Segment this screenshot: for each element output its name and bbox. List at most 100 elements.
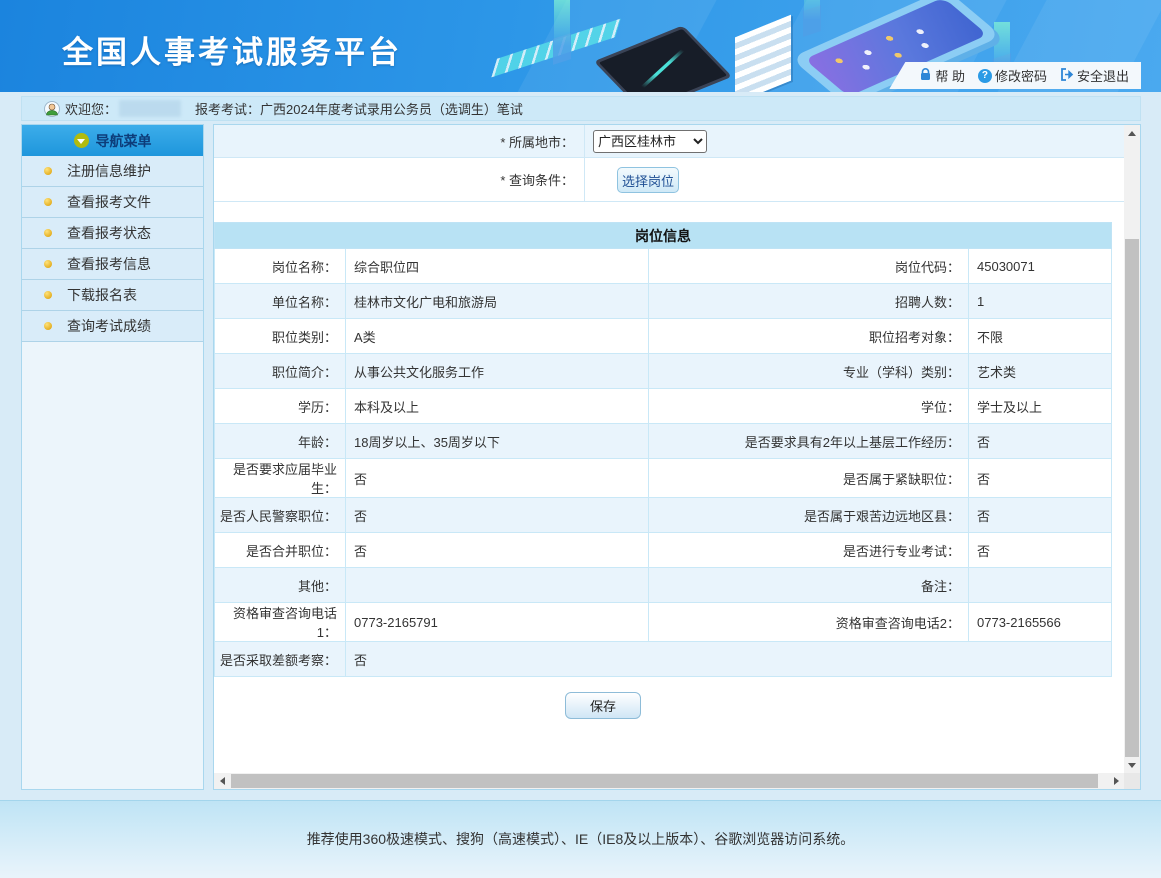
table-row: 职位简介： 从事公共文化服务工作 专业（学科）类别： 艺术类 (215, 354, 1112, 389)
row-label-1: 是否要求应届毕业生： (215, 459, 346, 498)
app-header: 全国人事考试服务平台 帮 助 ? 修改密码 安全退出 (0, 0, 1161, 92)
row-value-2: 不限 (969, 319, 1112, 354)
bullet-icon (44, 260, 52, 268)
nav-menu-header[interactable]: 导航菜单 (22, 125, 203, 156)
row-value-2: 否 (969, 498, 1112, 533)
sidebar-item-label: 注册信息维护 (67, 161, 151, 181)
stairs-illustration-icon (735, 15, 791, 92)
bullet-icon (44, 322, 52, 330)
row-value-2: 否 (969, 424, 1112, 459)
glow-beam-icon (554, 0, 570, 46)
city-select[interactable]: 广西区桂林市 (593, 130, 707, 153)
row-label-2: 专业（学科）类别： (649, 354, 969, 389)
query-form-row: * 查询条件： 选择岗位 (214, 158, 1124, 202)
scroll-left-arrow[interactable] (214, 773, 230, 789)
table-row: 学历： 本科及以上 学位： 学士及以上 (215, 389, 1112, 424)
sidebar-item-label: 查看报考状态 (67, 223, 151, 243)
sidebar-item-5[interactable]: 查询考试成绩 (22, 311, 203, 342)
job-table-title: 岗位信息 (215, 223, 1112, 249)
row-value-2: 1 (969, 284, 1112, 319)
row-label-1: 岗位名称： (215, 249, 346, 284)
glow-beam-icon (804, 0, 820, 20)
row-value-1: 否 (346, 533, 649, 568)
sidebar-item-0[interactable]: 注册信息维护 (22, 156, 203, 187)
page-title: 全国人事考试服务平台 (62, 27, 402, 72)
sidebar-item-label: 查询考试成绩 (67, 316, 151, 336)
row-label-1: 是否合并职位： (215, 533, 346, 568)
table-row: 岗位名称： 综合职位四 岗位代码： 45030071 (215, 249, 1112, 284)
browser-recommendation-text: 推荐使用360极速模式、搜狗（高速模式）、IE（IE8及以上版本）、谷歌浏览器访… (307, 829, 855, 878)
row-value-1: 从事公共文化服务工作 (346, 354, 649, 389)
sidebar-item-3[interactable]: 查看报考信息 (22, 249, 203, 280)
table-row: 是否合并职位： 否 是否进行专业考试： 否 (215, 533, 1112, 568)
row-value-1: 否 (346, 498, 649, 533)
select-position-button[interactable]: 选择岗位 (617, 167, 679, 193)
row-label-2: 岗位代码： (649, 249, 969, 284)
welcome-bar: 欢迎您： 报考考试：广西2024年度考试录用公务员（选调生）笔试 (21, 96, 1141, 121)
row-value-1 (346, 568, 649, 603)
bullet-icon (44, 167, 52, 175)
sidebar-item-4[interactable]: 下载报名表 (22, 280, 203, 311)
row-value-2: 0773-2165566 (969, 603, 1112, 642)
row-label-2: 是否属于艰苦边远地区县： (649, 498, 969, 533)
bullet-icon (44, 291, 52, 299)
job-info-table: 岗位信息 岗位名称： 综合职位四 岗位代码： 45030071 单位名称： 桂林… (214, 222, 1112, 677)
vertical-scrollbar[interactable] (1124, 125, 1140, 773)
help-button[interactable]: 帮 助 (919, 66, 965, 85)
horizontal-scrollbar-thumb[interactable] (231, 774, 1098, 788)
scroll-up-arrow[interactable] (1124, 125, 1140, 141)
table-row: 是否人民警察职位： 否 是否属于艰苦边远地区县： 否 (215, 498, 1112, 533)
row-value-1: 18周岁以上、35周岁以下 (346, 424, 649, 459)
row-label-1: 是否采取差额考察： (215, 642, 346, 677)
logout-label: 安全退出 (1077, 66, 1129, 85)
row-value-1: 本科及以上 (346, 389, 649, 424)
table-row: 是否要求应届毕业生： 否 是否属于紧缺职位： 否 (215, 459, 1112, 498)
question-icon: ? (978, 69, 992, 83)
change-password-button[interactable]: ? 修改密码 (978, 66, 1047, 85)
row-label-1: 学历： (215, 389, 346, 424)
row-value-2: 否 (969, 533, 1112, 568)
row-label-2: 备注： (649, 568, 969, 603)
nav-menu-title: 导航菜单 (96, 131, 152, 151)
row-label-2: 是否属于紧缺职位： (649, 459, 969, 498)
row-value-2: 否 (969, 459, 1112, 498)
help-label: 帮 助 (935, 66, 965, 85)
sidebar-nav: 导航菜单 注册信息维护 查看报考文件 查看报考状态 查看报考信息 下载报名表 查… (21, 124, 204, 790)
vertical-scrollbar-thumb[interactable] (1125, 239, 1139, 757)
row-value-2: 45030071 (969, 249, 1112, 284)
row-label-1: 资格审查咨询电话1： (215, 603, 346, 642)
scrollbar-corner (1124, 773, 1140, 789)
sidebar-item-label: 查看报考文件 (67, 192, 151, 212)
row-value-1: 否 (346, 642, 1112, 677)
city-label: * 所属地市： (214, 125, 585, 157)
logout-icon (1060, 68, 1074, 84)
bullet-icon (44, 229, 52, 237)
table-row: 资格审查咨询电话1： 0773-2165791 资格审查咨询电话2： 0773-… (215, 603, 1112, 642)
row-value-1: 综合职位四 (346, 249, 649, 284)
table-row: 年龄： 18周岁以上、35周岁以下 是否要求具有2年以上基层工作经历： 否 (215, 424, 1112, 459)
row-value-2: 艺术类 (969, 354, 1112, 389)
table-row: 其他： 备注： (215, 568, 1112, 603)
glow-beam-icon (994, 22, 1010, 68)
save-button[interactable]: 保存 (565, 692, 641, 719)
horizontal-scrollbar[interactable] (214, 773, 1124, 789)
scroll-right-arrow[interactable] (1108, 773, 1124, 789)
change-password-label: 修改密码 (995, 66, 1047, 85)
table-row: 是否采取差额考察： 否 (215, 642, 1112, 677)
row-label-2: 职位招考对象： (649, 319, 969, 354)
row-label-2: 是否进行专业考试： (649, 533, 969, 568)
chevron-down-circle-icon (74, 133, 89, 148)
sidebar-item-2[interactable]: 查看报考状态 (22, 218, 203, 249)
row-value-1: 否 (346, 459, 649, 498)
row-label-2: 是否要求具有2年以上基层工作经历： (649, 424, 969, 459)
scroll-down-arrow[interactable] (1124, 757, 1140, 773)
nav-items: 注册信息维护 查看报考文件 查看报考状态 查看报考信息 下载报名表 查询考试成绩 (22, 156, 203, 342)
user-avatar-icon (44, 101, 60, 117)
row-label-1: 年龄： (215, 424, 346, 459)
row-value-1: A类 (346, 319, 649, 354)
logout-button[interactable]: 安全退出 (1060, 66, 1129, 85)
table-row: 职位类别： A类 职位招考对象： 不限 (215, 319, 1112, 354)
sidebar-item-1[interactable]: 查看报考文件 (22, 187, 203, 218)
main-content-panel: * 所属地市： 广西区桂林市 * 查询条件： 选择岗位 岗位信息 岗位名称： 综… (213, 124, 1141, 790)
row-label-2: 学位： (649, 389, 969, 424)
